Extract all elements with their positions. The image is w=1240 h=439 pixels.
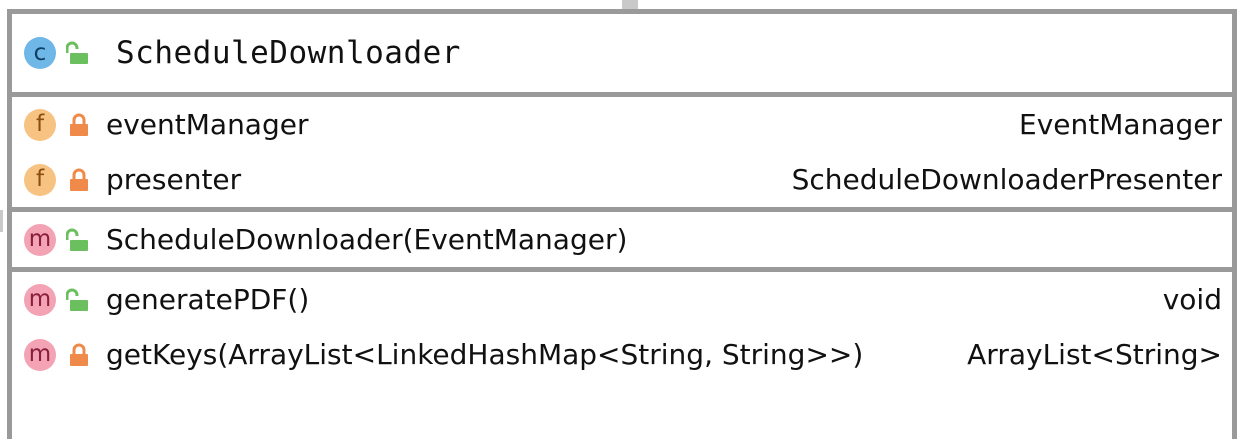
constructor-row[interactable]: m ScheduleDownloader(EventManager): [12, 212, 1232, 267]
method-icon: m: [24, 223, 56, 256]
field-icon: f: [24, 163, 56, 196]
field-name: presenter: [106, 163, 242, 196]
field-row[interactable]: f presenter ScheduleDownloaderPresenter: [12, 152, 1232, 207]
class-header: c ScheduleDownloader: [12, 14, 1232, 97]
method-row[interactable]: m getKeys(ArrayList<LinkedHashMap<String…: [12, 327, 1232, 382]
private-visibility-icon: [70, 168, 88, 191]
method-return-type: ArrayList<String>: [967, 338, 1222, 371]
connector-stub-left: [0, 210, 3, 232]
class-name: ScheduleDownloader: [116, 35, 461, 71]
field-name: eventManager: [106, 108, 309, 141]
public-visibility-icon: [66, 288, 88, 311]
constructor-name: ScheduleDownloader(EventManager): [106, 223, 628, 256]
method-return-type: void: [1162, 283, 1222, 316]
field-type: EventManager: [1019, 108, 1222, 141]
method-icon: m: [24, 338, 56, 371]
class-kind-icon: c: [24, 37, 56, 69]
method-name: getKeys(ArrayList<LinkedHashMap<String, …: [106, 338, 864, 371]
field-icon: f: [24, 108, 56, 141]
private-visibility-icon: [70, 113, 88, 136]
method-row[interactable]: m generatePDF() void: [12, 272, 1232, 327]
fields-section: f eventManager EventManager f presenter …: [12, 97, 1232, 212]
uml-class-box[interactable]: c ScheduleDownloader f eventManager Even…: [7, 9, 1237, 439]
public-visibility-icon: [66, 228, 88, 251]
method-icon: m: [24, 283, 56, 316]
methods-section: m generatePDF() void m getKeys(ArrayList…: [12, 272, 1232, 382]
public-visibility-icon: [66, 41, 88, 64]
private-visibility-icon: [70, 343, 88, 366]
field-type: ScheduleDownloaderPresenter: [791, 163, 1222, 196]
method-name: generatePDF(): [106, 283, 310, 316]
field-row[interactable]: f eventManager EventManager: [12, 97, 1232, 152]
constructors-section: m ScheduleDownloader(EventManager): [12, 212, 1232, 272]
